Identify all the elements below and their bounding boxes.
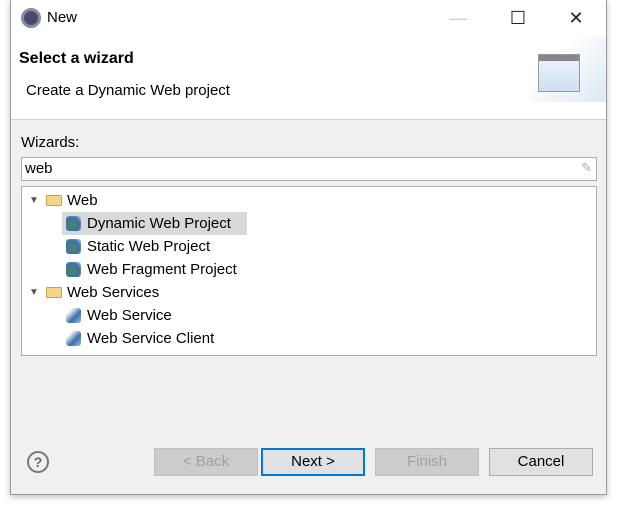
eclipse-icon (21, 8, 41, 28)
folder-open-icon (46, 195, 62, 206)
back-button[interactable]: < Back (154, 448, 258, 476)
filter-text: web (25, 160, 53, 177)
tree-category-web[interactable]: ▼ Web (22, 189, 596, 212)
tree-label: Dynamic Web Project (87, 215, 231, 232)
wizards-label: Wizards: (21, 134, 80, 151)
tree-label: Web Services (67, 284, 160, 301)
web-service-icon (66, 308, 81, 323)
wizard-header: Select a wizard Create a Dynamic Web pro… (11, 36, 606, 120)
tree-item-web-fragment-project[interactable]: Web Fragment Project (22, 258, 596, 281)
minimize-button[interactable]: — (438, 6, 478, 30)
chevron-down-icon[interactable]: ▼ (29, 281, 39, 304)
next-button[interactable]: Next > (261, 448, 365, 476)
tree-label: Web Service (87, 307, 172, 324)
eraser-icon[interactable]: ✎ (581, 160, 592, 176)
web-fragment-project-icon (66, 262, 81, 277)
tree-label: Web (67, 192, 98, 209)
web-service-client-icon (66, 331, 81, 346)
tree-item-web-service-client[interactable]: Web Service Client (22, 327, 596, 350)
new-wizard-dialog: New — ☐ ✕ Select a wizard Create a Dynam… (10, 0, 607, 495)
tree-category-web-services[interactable]: ▼ Web Services (22, 281, 596, 304)
finish-button[interactable]: Finish (375, 448, 479, 476)
page-title: Select a wizard (19, 50, 134, 67)
tree-label: Static Web Project (87, 238, 211, 255)
folder-open-icon (46, 287, 62, 298)
maximize-button[interactable]: ☐ (498, 6, 538, 30)
close-button[interactable]: ✕ (556, 6, 596, 30)
window-title: New (47, 9, 78, 26)
wizard-banner-icon (530, 36, 606, 102)
dynamic-web-project-icon (66, 216, 81, 231)
cancel-button[interactable]: Cancel (489, 448, 593, 476)
wizard-tree[interactable]: ▼ Web Dynamic Web Project Static Web Pro… (21, 186, 597, 356)
tree-label: Web Fragment Project (87, 261, 237, 278)
chevron-down-icon[interactable]: ▼ (29, 189, 39, 212)
help-icon[interactable]: ? (27, 451, 49, 473)
tree-item-web-service[interactable]: Web Service (22, 304, 596, 327)
tree-item-static-web-project[interactable]: Static Web Project (22, 235, 596, 258)
tree-item-dynamic-web-project[interactable]: Dynamic Web Project (22, 212, 596, 235)
title-bar: New — ☐ ✕ (11, 0, 606, 36)
static-web-project-icon (66, 239, 81, 254)
page-description: Create a Dynamic Web project (26, 82, 230, 99)
wizard-filter-input[interactable]: web ✎ (21, 157, 597, 181)
tree-label: Web Service Client (87, 330, 215, 347)
